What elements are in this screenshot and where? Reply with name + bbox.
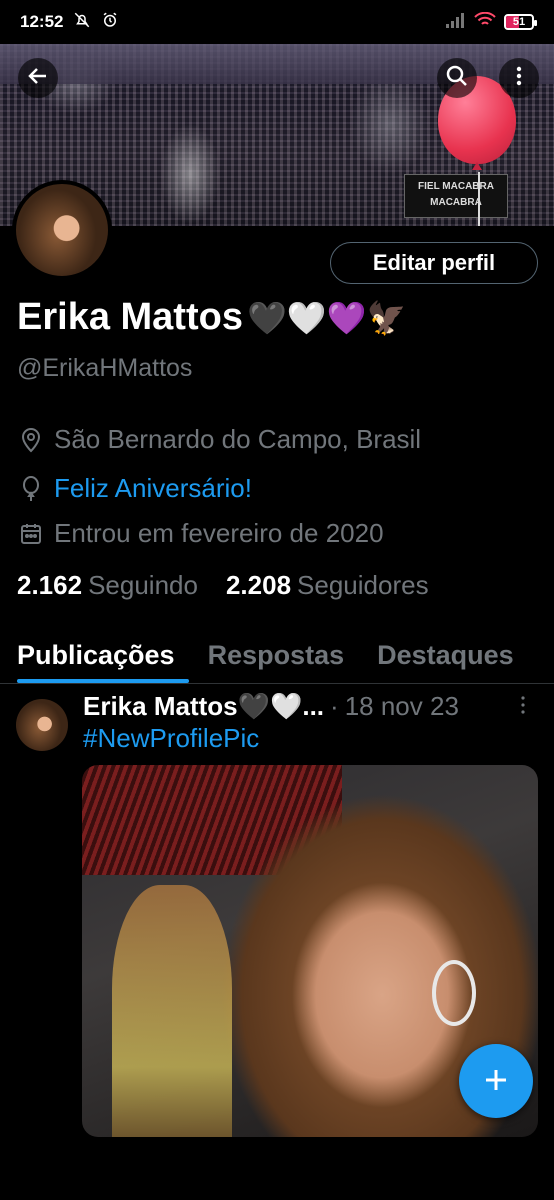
post-date: 18 nov 23 xyxy=(344,691,459,721)
birthday-row[interactable]: Feliz Aniversário! xyxy=(18,473,252,504)
birthday-text[interactable]: Feliz Aniversário! xyxy=(54,473,252,504)
balloon-icon xyxy=(18,475,44,502)
signal-icon xyxy=(446,12,466,33)
profile-name: Erika Mattos 🖤🤍💜🦅 xyxy=(17,296,407,338)
clock: 12:52 xyxy=(20,12,64,31)
search-icon xyxy=(445,64,469,93)
search-button[interactable] xyxy=(437,58,477,98)
name-emojis: 🖤🤍💜🦅 xyxy=(246,299,407,336)
banner-sign: FIEL MACABRA MACABRA xyxy=(404,174,508,218)
alarm-icon xyxy=(101,11,119,34)
tab-publicacoes[interactable]: Publicações xyxy=(0,628,191,683)
edit-profile-button[interactable]: Editar perfil xyxy=(330,242,538,284)
follow-counts: 2.162 Seguindo 2.208 Seguidores xyxy=(17,570,429,601)
post-author: Erika Mattos🖤🤍... xyxy=(83,691,325,721)
post-item[interactable]: Erika Mattos🖤🤍... · 18 nov 23 #NewProfil… xyxy=(0,685,554,1200)
following-link[interactable]: 2.162 Seguindo xyxy=(17,570,198,601)
profile-avatar[interactable] xyxy=(12,180,112,280)
joined-row: Entrou em fevereiro de 2020 xyxy=(18,518,384,549)
arrow-left-icon xyxy=(26,64,50,93)
post-header: Erika Mattos🖤🤍... · 18 nov 23 xyxy=(83,691,539,722)
followers-link[interactable]: 2.208 Seguidores xyxy=(226,570,429,601)
post-separator: · xyxy=(330,691,339,721)
location-text: São Bernardo do Campo, Brasil xyxy=(54,424,422,454)
calendar-icon xyxy=(18,522,44,546)
post-hashtag[interactable]: #NewProfilePic xyxy=(83,723,259,754)
earring xyxy=(432,960,476,1026)
tab-respostas[interactable]: Respostas xyxy=(191,628,361,683)
profile-tabs: Publicações Respostas Destaques xyxy=(0,628,554,684)
location-pin-icon xyxy=(18,427,44,453)
battery-icon: 51 xyxy=(504,14,537,30)
plus-icon xyxy=(483,1060,509,1102)
status-bar: 12:52 51 xyxy=(0,0,554,44)
wifi-icon xyxy=(474,11,496,33)
more-vertical-icon xyxy=(507,64,531,93)
tab-destaques[interactable]: Destaques xyxy=(360,628,530,683)
compose-post-button[interactable] xyxy=(459,1044,533,1118)
back-button[interactable] xyxy=(18,58,58,98)
post-more-button[interactable] xyxy=(520,695,526,721)
profile-handle: @ErikaHMattos xyxy=(17,354,193,382)
balloon-string xyxy=(478,172,480,226)
joined-text: Entrou em fevereiro de 2020 xyxy=(54,518,384,548)
location-row: São Bernardo do Campo, Brasil xyxy=(18,424,421,455)
more-options-button[interactable] xyxy=(499,58,539,98)
more-vertical-icon xyxy=(520,695,526,720)
post-avatar[interactable] xyxy=(16,699,68,751)
mute-icon xyxy=(73,11,91,34)
